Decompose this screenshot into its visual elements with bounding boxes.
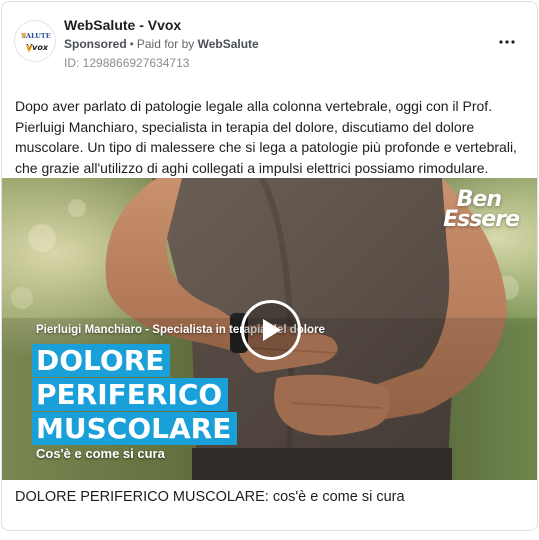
play-button[interactable] bbox=[241, 300, 301, 360]
paid-for-name[interactable]: WebSalute bbox=[198, 37, 259, 51]
headline-line-3: MUSCOLARE bbox=[32, 412, 238, 445]
headline-line-1: DOLORE bbox=[32, 344, 171, 377]
post-body-text: Dopo aver parlato di patologie legale al… bbox=[15, 98, 517, 176]
paid-for-prefix: Paid for by bbox=[136, 37, 195, 51]
brand-line2: Essere bbox=[443, 207, 520, 232]
websalute-logo-icon: SALUTE Vvox bbox=[15, 21, 55, 61]
more-options-button[interactable] bbox=[495, 30, 519, 54]
link-caption[interactable]: DOLORE PERIFERICO MUSCOLARE: cos'è e com… bbox=[15, 489, 405, 505]
video-sub-headline: Cos'è e come si cura bbox=[36, 446, 165, 461]
play-icon bbox=[263, 319, 281, 341]
headline-line-2: PERIFERICO bbox=[32, 378, 229, 411]
sponsored-line: Sponsored • Paid for by WebSalute bbox=[64, 37, 259, 51]
sponsored-label: Sponsored bbox=[64, 37, 127, 51]
video-headline: DOLORE PERIFERICO MUSCOLARE bbox=[32, 344, 238, 446]
ad-card: SALUTE Vvox WebSalute - Vvox Sponsored • P… bbox=[1, 1, 538, 531]
separator-dot: • bbox=[129, 37, 134, 51]
page-avatar[interactable]: SALUTE Vvox bbox=[14, 20, 56, 62]
video-thumbnail[interactable]: Ben Essere Pierluigi Manchiaro - Special… bbox=[2, 178, 537, 480]
more-horizontal-icon bbox=[499, 40, 515, 44]
ad-id: ID: 1298866927634713 bbox=[64, 56, 190, 70]
page-name-link[interactable]: WebSalute - Vvox bbox=[64, 17, 181, 33]
benessere-logo: Ben Essere bbox=[443, 189, 520, 232]
